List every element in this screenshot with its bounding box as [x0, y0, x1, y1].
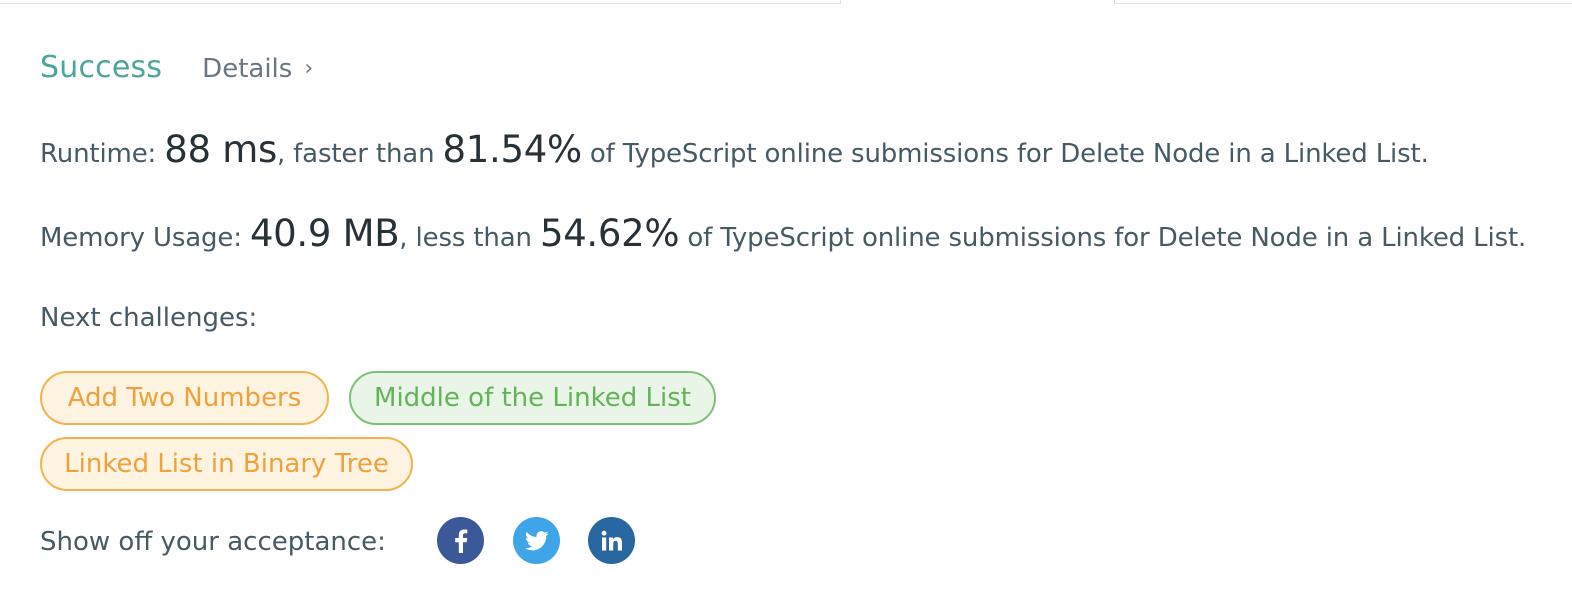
challenge-middle-of-linked-list[interactable]: Middle of the Linked List: [349, 371, 716, 425]
linkedin-icon: [601, 530, 623, 552]
memory-percent: 54.62%: [539, 212, 680, 255]
tab-inactive-left[interactable]: [0, 0, 840, 4]
share-twitter-button[interactable]: [513, 517, 560, 564]
runtime-label: Runtime:: [40, 139, 165, 169]
twitter-icon: [524, 530, 549, 551]
share-facebook-button[interactable]: [437, 517, 484, 564]
details-label: Details: [202, 54, 293, 84]
status-success: Success: [40, 50, 163, 85]
runtime-comparison: , faster than: [276, 139, 443, 169]
memory-stat: Memory Usage: 40.9 MB, less than 54.62% …: [40, 212, 1526, 255]
runtime-value: 88 ms: [164, 128, 277, 171]
status-row: Success Details ›: [40, 50, 313, 85]
memory-value: 40.9 MB: [249, 212, 400, 255]
tab-strip: [0, 0, 1572, 4]
memory-comparison: , less than: [399, 223, 540, 253]
runtime-percent: 81.54%: [442, 128, 583, 171]
challenge-add-two-numbers[interactable]: Add Two Numbers: [40, 371, 329, 425]
memory-label: Memory Usage:: [40, 223, 250, 253]
chevron-right-icon: ›: [304, 55, 314, 81]
memory-suffix: of TypeScript online submissions for Del…: [679, 223, 1527, 253]
tab-active[interactable]: [840, 0, 1115, 4]
runtime-stat: Runtime: 88 ms, faster than 81.54% of Ty…: [40, 128, 1429, 171]
share-linkedin-button[interactable]: [588, 517, 635, 564]
runtime-suffix: of TypeScript online submissions for Del…: [581, 139, 1429, 169]
next-challenges-label: Next challenges:: [40, 303, 258, 333]
share-label: Show off your acceptance:: [40, 527, 386, 557]
facebook-icon: [454, 528, 468, 553]
details-link[interactable]: Details ›: [202, 54, 313, 84]
challenge-linked-list-in-binary-tree[interactable]: Linked List in Binary Tree: [40, 437, 413, 491]
tab-inactive-right[interactable]: [1115, 0, 1572, 4]
